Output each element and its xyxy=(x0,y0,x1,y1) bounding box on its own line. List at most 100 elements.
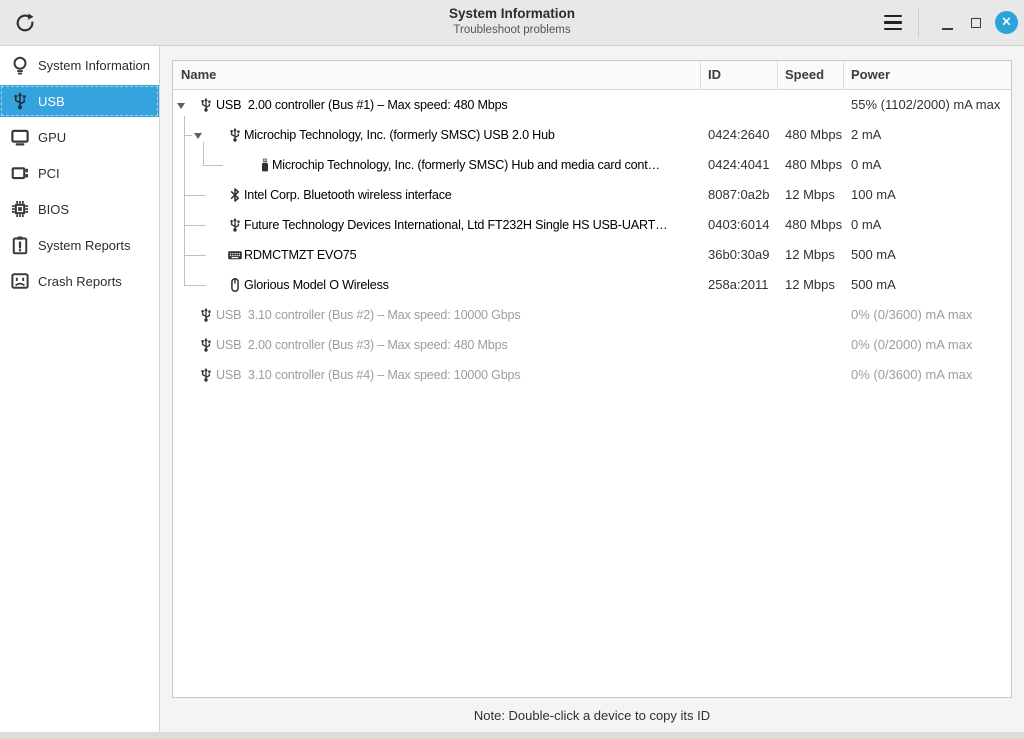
column-header-power[interactable]: Power xyxy=(844,61,1011,89)
device-id: 258a:2011 xyxy=(708,277,769,292)
device-name-cell: Intel Corp. Bluetooth wireless interface xyxy=(173,180,701,210)
table-row[interactable]: Future Technology Devices International,… xyxy=(173,210,1011,240)
window-title: System Information xyxy=(448,6,576,21)
device-speed: 480 Mbps xyxy=(785,217,843,232)
monitor-icon xyxy=(10,127,30,147)
device-name-cell: RDMCTMZT EVO75 xyxy=(173,240,701,270)
usb-icon xyxy=(198,337,214,353)
table-row[interactable]: Intel Corp. Bluetooth wireless interface… xyxy=(173,180,1011,210)
table-body: USB 2.00 controller (Bus #1) – Max speed… xyxy=(173,90,1011,698)
usb-icon xyxy=(227,217,243,233)
device-speed: 12 Mbps xyxy=(785,277,835,292)
device-id: 0424:4041 xyxy=(708,157,770,172)
tree-connector-line xyxy=(184,116,185,285)
refresh-button[interactable] xyxy=(12,10,38,36)
maximize-button[interactable] xyxy=(963,8,989,38)
column-header-id[interactable]: ID xyxy=(701,61,778,89)
device-power: 0 mA xyxy=(851,157,882,172)
usb-icon xyxy=(198,367,214,383)
device-id: 0424:2640 xyxy=(708,127,770,142)
device-name-cell: Microchip Technology, Inc. (formerly SMS… xyxy=(173,120,701,150)
sidebar-item-label: USB xyxy=(38,93,65,109)
sidebar-item-label: BIOS xyxy=(38,201,70,217)
tree-connector-line xyxy=(203,142,204,165)
device-id: 0403:6014 xyxy=(708,217,770,232)
pci-card-icon xyxy=(10,163,30,183)
device-power: 2 mA xyxy=(851,127,882,142)
window-controls: × xyxy=(880,0,1018,45)
table-row[interactable]: USB 2.00 controller (Bus #3) – Max speed… xyxy=(173,330,1011,360)
crash-screen-icon xyxy=(10,271,30,291)
device-name: USB 2.00 controller (Bus #1) – Max speed… xyxy=(216,98,508,112)
device-id: 36b0:30a9 xyxy=(708,247,770,262)
sidebar-item-gpu[interactable]: GPU xyxy=(0,121,159,153)
titlebar: System Information Troubleshoot problems… xyxy=(0,0,1024,46)
device-id: 8087:0a2b xyxy=(708,187,770,202)
sidebar-item-label: System Reports xyxy=(38,237,131,253)
table-row[interactable]: USB 3.10 controller (Bus #2) – Max speed… xyxy=(173,300,1011,330)
column-header-name[interactable]: Name xyxy=(173,61,701,89)
usb-icon xyxy=(10,91,30,111)
device-name: USB 3.10 controller (Bus #4) – Max speed… xyxy=(216,368,521,382)
sidebar: System Information USB GPU PCI BIOS System Re… xyxy=(0,46,160,739)
device-power: 55% (1102/2000) mA max xyxy=(851,97,1001,112)
sidebar-item-label: PCI xyxy=(38,165,60,181)
device-name-cell: USB 3.10 controller (Bus #2) – Max speed… xyxy=(173,300,701,330)
table-row[interactable]: USB 3.10 controller (Bus #4) – Max speed… xyxy=(173,360,1011,390)
mouse-icon xyxy=(227,277,243,293)
expander-chevron-down-icon[interactable] xyxy=(177,102,185,109)
bluetooth-icon xyxy=(227,187,243,203)
table-row[interactable]: Glorious Model O Wireless 258a:2011 12 Mbp… xyxy=(173,270,1011,300)
device-power: 500 mA xyxy=(851,247,896,262)
device-name: Future Technology Devices International,… xyxy=(244,218,668,232)
table-header: Name ID Speed Power xyxy=(173,61,1011,90)
device-power: 0% (0/2000) mA max xyxy=(851,337,973,352)
device-name-cell: USB 2.00 controller (Bus #1) – Max speed… xyxy=(173,90,701,120)
device-name: Intel Corp. Bluetooth wireless interface xyxy=(244,188,452,202)
controls-separator xyxy=(918,7,919,38)
device-name: Microchip Technology, Inc. (formerly SMS… xyxy=(272,158,660,172)
device-speed: 12 Mbps xyxy=(785,187,835,202)
table-row[interactable]: USB 2.00 controller (Bus #1) – Max speed… xyxy=(173,90,1011,120)
device-power: 100 mA xyxy=(851,187,896,202)
usb-icon xyxy=(198,97,214,113)
clipboard-alert-icon xyxy=(10,235,30,255)
table-row[interactable]: Microchip Technology, Inc. (formerly SMS… xyxy=(173,150,1011,180)
table-row[interactable]: RDMCTMZT EVO75 36b0:30a9 12 Mbps 500 mA xyxy=(173,240,1011,270)
sidebar-item-pci[interactable]: PCI xyxy=(0,157,159,189)
flash-drive-icon xyxy=(257,157,273,173)
minimize-icon xyxy=(941,27,953,30)
table-row[interactable]: Microchip Technology, Inc. (formerly SMS… xyxy=(173,120,1011,150)
app-window: System Information Troubleshoot problems… xyxy=(0,0,1024,739)
sidebar-item-system-reports[interactable]: System Reports xyxy=(0,229,159,261)
sidebar-item-label: Crash Reports xyxy=(38,273,122,289)
sidebar-item-label: System Information xyxy=(38,57,150,73)
device-name-cell: USB 2.00 controller (Bus #3) – Max speed… xyxy=(173,330,701,360)
sidebar-item-system-information[interactable]: System Information xyxy=(0,49,159,81)
tree-connector-line xyxy=(184,255,206,256)
device-name: RDMCTMZT EVO75 xyxy=(244,248,357,262)
sidebar-item-usb[interactable]: USB xyxy=(0,85,159,117)
device-name: USB 2.00 controller (Bus #3) – Max speed… xyxy=(216,338,508,352)
device-power: 500 mA xyxy=(851,277,896,292)
sidebar-item-bios[interactable]: BIOS xyxy=(0,193,159,225)
column-header-speed[interactable]: Speed xyxy=(778,61,844,89)
window-bottom-edge xyxy=(0,732,1024,739)
chip-icon xyxy=(10,199,30,219)
footer-note: Note: Double-click a device to copy its … xyxy=(473,708,711,723)
close-button[interactable]: × xyxy=(995,11,1018,34)
tree-connector-line xyxy=(184,285,206,286)
device-name-cell: Glorious Model O Wireless xyxy=(173,270,701,300)
device-power: 0% (0/3600) mA max xyxy=(851,307,973,322)
minimize-button[interactable] xyxy=(934,8,960,38)
hamburger-menu-icon[interactable] xyxy=(880,10,906,36)
window-subtitle: Troubleshoot problems xyxy=(453,24,571,36)
sidebar-item-crash-reports[interactable]: Crash Reports xyxy=(0,265,159,297)
device-speed: 12 Mbps xyxy=(785,247,835,262)
expander-chevron-down-icon[interactable] xyxy=(194,132,202,139)
device-table: Name ID Speed Power USB 2.00 controller … xyxy=(172,60,1012,698)
keyboard-icon xyxy=(227,247,243,263)
device-speed: 480 Mbps xyxy=(785,157,843,172)
device-name: Microchip Technology, Inc. (formerly SMS… xyxy=(244,128,555,142)
lightbulb-icon xyxy=(10,55,30,75)
